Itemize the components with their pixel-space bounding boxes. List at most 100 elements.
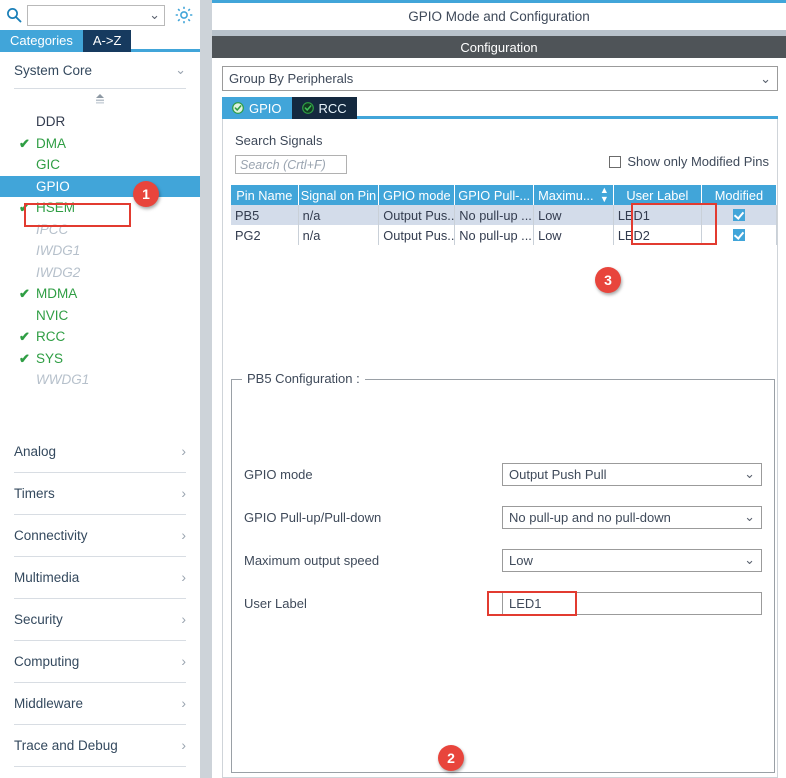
tab-a-to-z[interactable]: A->Z (82, 30, 132, 52)
peripheral-label: GIC (36, 157, 61, 173)
sidebar-category-security[interactable]: Security › (14, 599, 186, 641)
chevron-right-icon: › (181, 653, 186, 669)
gear-icon[interactable] (174, 5, 194, 25)
column-header-modified[interactable]: Modified (701, 185, 777, 205)
field-label: GPIO Pull-up/Pull-down (244, 509, 382, 525)
search-signals-input[interactable]: Search (Crtl+F) (235, 155, 347, 174)
sidebar-category-timers[interactable]: Timers › (14, 473, 186, 515)
check-icon: ✔ (19, 135, 30, 151)
category-label: Connectivity (14, 527, 88, 543)
column-header-gpio-mode[interactable]: GPIO mode (379, 185, 456, 205)
sidebar-item-ipcc[interactable]: IPCC (14, 219, 186, 241)
category-label: Computing (14, 653, 80, 669)
sidebar-category-computing[interactable]: Computing › (14, 641, 186, 683)
sidebar-item-iwdg1[interactable]: IWDG1 (14, 240, 186, 262)
gpio-pull-value: No pull-up and no pull-down (509, 509, 671, 525)
sidebar-group-label: System Core (14, 62, 93, 78)
maximum-output-speed-value: Low (509, 552, 533, 568)
gpio-pull-select[interactable]: No pull-up and no pull-down ⌄ (502, 505, 762, 529)
show-only-modified-pins-checkbox[interactable]: Show only Modified Pins (609, 154, 769, 169)
peripheral-label: IWDG2 (36, 264, 81, 280)
pin-table: Pin Name Signal on Pin GPIO mode GPIO Pu… (231, 185, 777, 245)
sidebar-content: System Core ⌄ DDR ✔ DMA GIC GPIO ✔ HSEM … (0, 52, 200, 778)
cell-maximum-speed: Low (534, 225, 614, 245)
category-label: Multimedia (14, 569, 80, 585)
peripheral-label: DDR (36, 114, 66, 130)
sidebar-item-hsem[interactable]: ✔ HSEM (14, 197, 186, 219)
cell-pin-name: PG2 (231, 225, 299, 245)
field-user-label: User Label LED1 (244, 591, 762, 615)
sidebar-item-nvic[interactable]: NVIC (14, 305, 186, 327)
gpio-mode-select[interactable]: Output Push Pull ⌄ (502, 462, 762, 486)
group-by-value: Group By Peripherals (229, 71, 354, 86)
peripheral-label: RCC (36, 329, 66, 345)
sidebar-item-gic[interactable]: GIC (14, 154, 186, 176)
column-header-gpio-pull[interactable]: GPIO Pull-... (455, 185, 535, 205)
sidebar-category-trace-and-debug[interactable]: Trace and Debug › (14, 725, 186, 767)
cell-gpio-mode: Output Pus... (379, 225, 456, 245)
field-maximum-output-speed: Maximum output speed Low ⌄ (244, 548, 762, 572)
chevron-down-icon: ⌄ (760, 70, 771, 86)
sidebar-item-iwdg2[interactable]: IWDG2 (14, 262, 186, 284)
sidebar-item-wwdg1[interactable]: WWDG1 (14, 369, 186, 391)
tab-categories[interactable]: Categories (0, 30, 83, 52)
cell-gpio-mode: Output Pus... (379, 205, 456, 225)
app-window: ⌄ Categories A->Z System Core ⌄ DDR ✔ DM… (0, 0, 786, 778)
sidebar-category-multimedia[interactable]: Multimedia › (14, 557, 186, 599)
check-icon: ✔ (19, 329, 30, 344)
cell-pin-name: PB5 (231, 205, 299, 225)
table-header-row: Pin Name Signal on Pin GPIO mode GPIO Pu… (231, 185, 777, 205)
category-label: Trace and Debug (14, 737, 118, 753)
annotation-badge-2: 2 (438, 745, 464, 771)
field-gpio-mode: GPIO mode Output Push Pull ⌄ (244, 462, 762, 486)
column-header-maximum-speed-label: Maximu... (538, 187, 594, 203)
search-signals-placeholder: Search (Crtl+F) (240, 157, 326, 172)
chevron-right-icon: › (181, 485, 186, 501)
chevron-right-icon: › (181, 695, 186, 711)
sidebar-divider[interactable] (200, 0, 212, 778)
sidebar-item-mdma[interactable]: ✔ MDMA (14, 283, 186, 305)
cell-signal-on-pin: n/a (299, 225, 380, 245)
category-label: Middleware (14, 695, 84, 711)
peripheral-tabs: GPIO RCC (222, 97, 778, 119)
column-header-user-label[interactable]: User Label (613, 185, 702, 205)
sidebar-category-connectivity[interactable]: Connectivity › (14, 515, 186, 557)
sidebar-item-rcc[interactable]: ✔ RCC (14, 326, 186, 348)
chevron-down-icon: ⌄ (744, 552, 755, 567)
sidebar-item-dma[interactable]: ✔ DMA (14, 133, 186, 155)
field-gpio-pull: GPIO Pull-up/Pull-down No pull-up and no… (244, 505, 762, 529)
table-row[interactable]: PG2 n/a Output Pus... No pull-up ... Low… (231, 225, 777, 245)
sidebar-item-sys[interactable]: ✔ SYS (14, 348, 186, 370)
sidebar-item-ddr[interactable]: DDR (14, 111, 186, 133)
checkbox-checked-icon (732, 209, 745, 221)
group-by-select[interactable]: Group By Peripherals ⌄ (222, 66, 778, 91)
peripheral-label: NVIC (36, 307, 69, 323)
sidebar-item-gpio[interactable]: GPIO (0, 175, 200, 197)
table-row[interactable]: PB5 n/a Output Pus... No pull-up ... Low… (231, 205, 777, 225)
sidebar-search-input[interactable]: ⌄ (27, 4, 165, 26)
tab-rcc[interactable]: RCC (291, 97, 357, 119)
search-signals-label: Search Signals (235, 133, 323, 148)
pin-configuration-group: PB5 Configuration : GPIO mode Output Pus… (231, 371, 775, 773)
page-title: GPIO Mode and Configuration (212, 3, 786, 30)
maximum-output-speed-select[interactable]: Low ⌄ (502, 548, 762, 572)
sidebar: ⌄ Categories A->Z System Core ⌄ DDR ✔ DM… (0, 0, 200, 778)
chevron-down-icon: ⌄ (744, 466, 755, 481)
pin-configuration-legend: PB5 Configuration : (242, 371, 365, 386)
column-header-pin-name[interactable]: Pin Name (231, 185, 299, 205)
tab-gpio[interactable]: GPIO (222, 97, 292, 119)
user-label-input[interactable]: LED1 (502, 591, 762, 615)
column-header-maximum-speed[interactable]: Maximu... ▲ ▼ (534, 185, 614, 205)
sidebar-category-middleware[interactable]: Middleware › (14, 683, 186, 725)
column-header-signal-on-pin[interactable]: Signal on Pin (298, 185, 380, 205)
field-label: GPIO mode (244, 466, 313, 482)
checkbox-label: Show only Modified Pins (627, 154, 769, 169)
gpio-mode-value: Output Push Pull (509, 466, 607, 482)
sort-arrow-icon[interactable]: ▲ ▼ (600, 186, 609, 204)
chevron-down-icon: ⌄ (175, 62, 186, 77)
sidebar-group-system-core[interactable]: System Core ⌄ (14, 52, 186, 89)
peripheral-label: DMA (36, 135, 66, 151)
chevron-down-icon[interactable]: ⌄ (149, 7, 160, 23)
sidebar-category-analog[interactable]: Analog › (14, 431, 186, 473)
scroll-up-indicator[interactable] (14, 89, 186, 109)
